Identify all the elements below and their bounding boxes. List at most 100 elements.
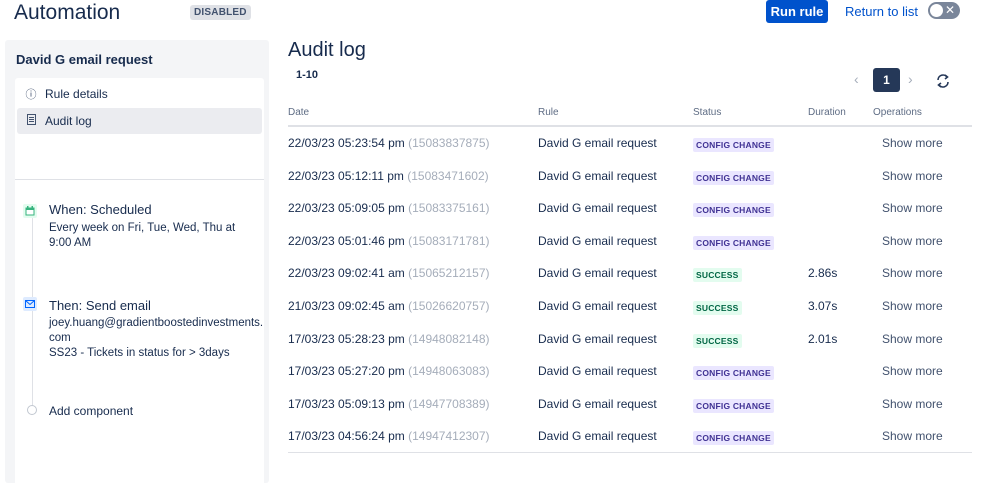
status-badge: DISABLED [190,5,251,20]
execution-id: (14948063083) [408,364,490,379]
table-row: 21/03/23 09:02:45 am (15026620757) David … [288,290,972,323]
status-badge: CONFIG CHANGE [693,398,774,413]
rule-cell: David G email request [538,266,657,281]
chevron-right-icon[interactable]: › [908,71,913,87]
table-bottom-divider [288,452,972,453]
column-header-rule: Rule [538,107,559,118]
date-cell: 22/03/23 05:12:11 pm (15083471602) [288,169,489,183]
duration-cell: 2.01s [808,331,838,346]
status-badge: CONFIG CHANGE [693,203,774,218]
info-icon: ⓘ [25,89,37,101]
rule-cell: David G email request [538,429,657,444]
return-to-list-link[interactable]: Return to list [845,4,918,19]
table-row: 17/03/23 05:27:20 pm (14948063083) David … [288,355,972,388]
close-icon: ✕ [944,3,955,17]
enable-rule-toggle[interactable]: ✕ [928,2,960,19]
date-value: 22/03/23 05:09:05 pm [288,201,405,216]
sidebar-item-audit-log[interactable]: Audit log [17,108,262,134]
table-row: 22/03/23 05:09:05 pm (15083375161) David … [288,192,972,225]
date-cell: 22/03/23 05:09:05 pm (15083375161) [288,201,490,215]
date-value: 22/03/23 09:02:41 am [288,266,405,281]
run-rule-button[interactable]: Run rule [766,0,828,23]
date-cell: 22/03/23 05:23:54 pm (15083837875) [288,136,490,150]
action-description: joey.huang@gradientboostedinvestments.co… [49,317,264,359]
rule-cell: David G email request [538,201,657,216]
execution-id: (15083837875) [408,136,490,150]
trigger-title[interactable]: When: Scheduled [49,202,152,217]
date-value: 22/03/23 05:01:46 pm [288,233,405,248]
date-cell: 17/03/23 04:56:24 pm (14947412307) [288,429,490,443]
app-title: Automation [14,1,121,24]
date-value: 21/03/23 09:02:45 am [288,299,405,313]
action-title[interactable]: Then: Send email [49,298,151,313]
show-more-button[interactable]: Show more [882,299,943,313]
sidebar-item-label: Audit log [45,114,92,128]
show-more-button[interactable]: Show more [882,169,943,183]
sidebar-item-rule-details[interactable]: ⓘ Rule details [17,81,262,107]
rule-cell: David G email request [538,168,657,183]
status-badge: SUCCESS [693,268,742,283]
table-row: 17/03/23 05:28:23 pm (14948082148) David … [288,323,972,356]
date-value: 17/03/23 05:28:23 pm [288,331,405,346]
status-badge: CONFIG CHANGE [693,366,774,381]
email-icon [23,297,37,311]
column-header-duration: Duration [808,107,846,118]
execution-id: (15083375161) [408,201,490,216]
trigger-description: Every week on Fri, Tue, Wed, Thu at 9:00… [49,222,236,249]
add-component-button[interactable]: Add component [49,404,133,418]
execution-id: (15026620757) [408,299,490,313]
rule-cell: David G email request [538,364,657,379]
show-more-button[interactable]: Show more [882,332,943,346]
rule-cell: David G email request [538,331,657,346]
date-value: 17/03/23 05:27:20 pm [288,364,405,379]
execution-id: (15083171781) [408,233,490,248]
table-row: 22/03/23 05:12:11 pm (15083471602) David … [288,160,972,193]
chevron-left-icon[interactable]: ‹ [854,71,859,87]
status-badge: CONFIG CHANGE [693,235,774,250]
date-cell: 22/03/23 05:01:46 pm (15083171781) [288,234,490,248]
date-cell: 22/03/23 09:02:41 am (15065212157) [288,266,490,280]
table-row: 22/03/23 05:23:54 pm (15083837875) David … [288,127,972,160]
date-cell: 21/03/23 09:02:45 am (15026620757) [288,299,490,313]
status-badge: CONFIG CHANGE [693,138,774,152]
execution-id: (14948082148) [408,331,490,346]
date-value: 17/03/23 05:09:13 pm [288,396,405,411]
column-header-date: Date [288,107,310,118]
date-value: 22/03/23 05:12:11 pm [288,168,404,183]
date-value: 22/03/23 05:23:54 pm [288,136,405,150]
rule-cell: David G email request [538,136,657,150]
add-component-icon [27,405,37,415]
column-header-status: Status [693,107,722,118]
date-cell: 17/03/23 05:27:20 pm (14948063083) [288,364,490,378]
rule-cell: David G email request [538,233,657,248]
show-more-button[interactable]: Show more [882,266,943,280]
status-badge: SUCCESS [693,301,742,315]
calendar-icon [23,204,37,218]
table-row: 22/03/23 09:02:41 am (15065212157) David … [288,257,972,290]
page-title: Audit log [288,39,366,61]
show-more-button[interactable]: Show more [882,397,943,411]
sidebar: David G email request ⓘ Rule details Aud… [5,40,269,483]
show-more-button[interactable]: Show more [882,136,943,150]
execution-id: (15083471602) [407,168,489,183]
duration-cell: 2.86s [808,266,838,281]
show-more-button[interactable]: Show more [882,429,943,443]
refresh-icon[interactable] [935,73,951,94]
show-more-button[interactable]: Show more [882,364,943,378]
table-row: 22/03/23 05:01:46 pm (15083171781) David … [288,225,972,258]
status-badge: CONFIG CHANGE [693,431,774,446]
rule-name: David G email request [16,52,153,67]
execution-id: (14947412307) [408,429,490,444]
execution-id: (14947708389) [408,396,490,411]
status-badge: CONFIG CHANGE [693,170,774,185]
status-badge: SUCCESS [693,333,742,348]
rule-panel: ⓘ Rule details Audit log When: Scheduled… [15,78,264,483]
page-1-button[interactable]: 1 [873,68,900,92]
date-cell: 17/03/23 05:28:23 pm (14948082148) [288,332,490,346]
rule-cell: David G email request [538,396,657,411]
show-more-button[interactable]: Show more [882,201,943,215]
toggle-knob [930,4,943,17]
table-row: 17/03/23 04:56:24 pm (14947412307) David … [288,420,972,453]
show-more-button[interactable]: Show more [882,234,943,248]
column-header-operations: Operations [873,107,922,118]
